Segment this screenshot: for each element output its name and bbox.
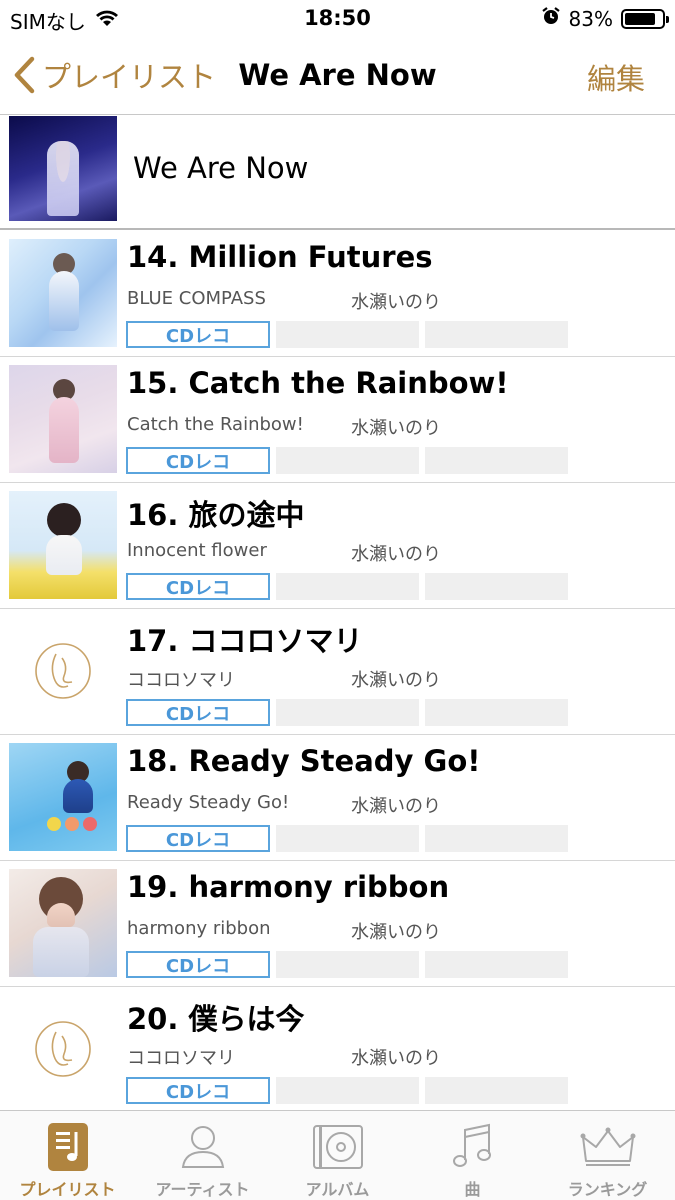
empty-badge xyxy=(276,825,419,852)
back-button-label: プレイリスト xyxy=(42,60,217,94)
track-album: Innocent flower xyxy=(127,540,267,561)
tab-artist[interactable]: アーティスト xyxy=(135,1111,270,1200)
artist-logo-icon xyxy=(35,1021,91,1077)
cd-reco-button[interactable]: CDレコ xyxy=(126,825,270,852)
empty-badge xyxy=(425,321,568,348)
tab-ranking[interactable]: ランキング xyxy=(540,1111,675,1200)
track-album: harmony ribbon xyxy=(127,918,271,939)
track-artist: 水瀬いのり xyxy=(351,544,441,565)
music-note-icon xyxy=(451,1121,495,1172)
empty-badge xyxy=(425,573,568,600)
track-row[interactable]: 14. Million Futures BLUE COMPASS 水瀬いのり C… xyxy=(0,231,675,357)
track-album: ココロソマリ xyxy=(127,670,235,691)
empty-badge xyxy=(425,951,568,978)
track-title: 19. harmony ribbon xyxy=(127,870,450,904)
tab-label: ランキング xyxy=(567,1180,648,1199)
album-art xyxy=(9,743,117,851)
track-album: Catch the Rainbow! xyxy=(127,414,304,435)
cd-reco-button[interactable]: CDレコ xyxy=(126,573,270,600)
artist-icon xyxy=(179,1121,227,1172)
navigation-bar: プレイリスト We Are Now 編集 xyxy=(0,38,675,115)
tab-label: プレイリスト xyxy=(19,1180,116,1199)
back-button[interactable]: プレイリスト xyxy=(12,54,216,96)
badge-row: CDレコ xyxy=(126,447,568,474)
badge-row: CDレコ xyxy=(126,699,568,726)
empty-badge xyxy=(425,699,568,726)
album-art-logo xyxy=(9,995,117,1103)
track-title: 16. 旅の途中 xyxy=(127,498,305,532)
chevron-left-icon xyxy=(14,56,35,94)
status-right: 83% xyxy=(541,6,669,31)
alarm-icon xyxy=(541,6,561,31)
track-row[interactable]: 17. ココロソマリ ココロソマリ 水瀬いのり CDレコ xyxy=(0,609,675,735)
badge-row: CDレコ xyxy=(126,951,568,978)
track-artist: 水瀬いのり xyxy=(351,922,441,943)
tab-label: アルバム xyxy=(305,1180,370,1199)
track-title: 14. Million Futures xyxy=(127,240,433,274)
track-artist: 水瀬いのり xyxy=(351,670,441,691)
track-row[interactable]: 20. 僕らは今 ココロソマリ 水瀬いのり CDレコ xyxy=(0,987,675,1113)
cd-reco-button[interactable]: CDレコ xyxy=(126,951,270,978)
playlist-title: We Are Now xyxy=(133,151,309,185)
tab-label: 曲 xyxy=(464,1180,481,1199)
album-art xyxy=(9,365,117,473)
track-row[interactable]: 16. 旅の途中 Innocent flower 水瀬いのり CDレコ xyxy=(0,483,675,609)
tab-label: アーティスト xyxy=(155,1180,250,1199)
cd-reco-button[interactable]: CDレコ xyxy=(126,321,270,348)
empty-badge xyxy=(276,447,419,474)
tab-bar: プレイリスト アーティスト アルバム 曲 ランキング xyxy=(0,1110,675,1200)
empty-badge xyxy=(276,951,419,978)
empty-badge xyxy=(276,321,419,348)
track-row[interactable]: 15. Catch the Rainbow! Catch the Rainbow… xyxy=(0,357,675,483)
track-artist: 水瀬いのり xyxy=(351,1048,441,1069)
battery-fill xyxy=(625,12,655,25)
empty-badge xyxy=(425,825,568,852)
tab-playlist[interactable]: プレイリスト xyxy=(0,1111,135,1200)
track-album: ココロソマリ xyxy=(127,1048,235,1069)
album-art xyxy=(9,239,117,347)
track-album: BLUE COMPASS xyxy=(127,288,266,309)
track-title: 20. 僕らは今 xyxy=(127,1002,305,1036)
tab-album[interactable]: アルバム xyxy=(270,1111,405,1200)
album-art xyxy=(9,869,117,977)
tab-songs[interactable]: 曲 xyxy=(405,1111,540,1200)
track-title: 17. ココロソマリ xyxy=(127,624,363,658)
cd-reco-button[interactable]: CDレコ xyxy=(126,447,270,474)
track-album: Ready Steady Go! xyxy=(127,792,290,813)
album-icon xyxy=(312,1121,364,1172)
badge-row: CDレコ xyxy=(126,1077,568,1104)
track-title: 15. Catch the Rainbow! xyxy=(127,366,509,400)
playlist-icon xyxy=(47,1121,89,1172)
battery-icon xyxy=(621,8,669,29)
playlist-cover-image xyxy=(9,116,117,221)
track-row[interactable]: 19. harmony ribbon harmony ribbon 水瀬いのり … xyxy=(0,861,675,987)
playlist-header: We Are Now xyxy=(0,115,675,230)
empty-badge xyxy=(276,573,419,600)
track-artist: 水瀬いのり xyxy=(351,292,441,313)
empty-badge xyxy=(425,447,568,474)
track-row[interactable]: 18. Ready Steady Go! Ready Steady Go! 水瀬… xyxy=(0,735,675,861)
empty-badge xyxy=(276,699,419,726)
crown-icon xyxy=(580,1121,636,1172)
artist-logo-icon xyxy=(35,643,91,699)
album-art-logo xyxy=(9,617,117,725)
edit-button[interactable]: 編集 xyxy=(587,56,645,98)
badge-row: CDレコ xyxy=(126,825,568,852)
track-artist: 水瀬いのり xyxy=(351,418,441,439)
cd-reco-button[interactable]: CDレコ xyxy=(126,1077,270,1104)
track-title: 18. Ready Steady Go! xyxy=(127,744,481,778)
badge-row: CDレコ xyxy=(126,573,568,600)
cd-reco-button[interactable]: CDレコ xyxy=(126,699,270,726)
battery-percent: 83% xyxy=(568,6,613,31)
empty-badge xyxy=(276,1077,419,1104)
status-bar: SIMなし 18:50 83% xyxy=(0,0,675,38)
track-list: 14. Million Futures BLUE COMPASS 水瀬いのり C… xyxy=(0,231,675,1113)
empty-badge xyxy=(425,1077,568,1104)
badge-row: CDレコ xyxy=(126,321,568,348)
album-art xyxy=(9,491,117,599)
track-artist: 水瀬いのり xyxy=(351,796,441,817)
